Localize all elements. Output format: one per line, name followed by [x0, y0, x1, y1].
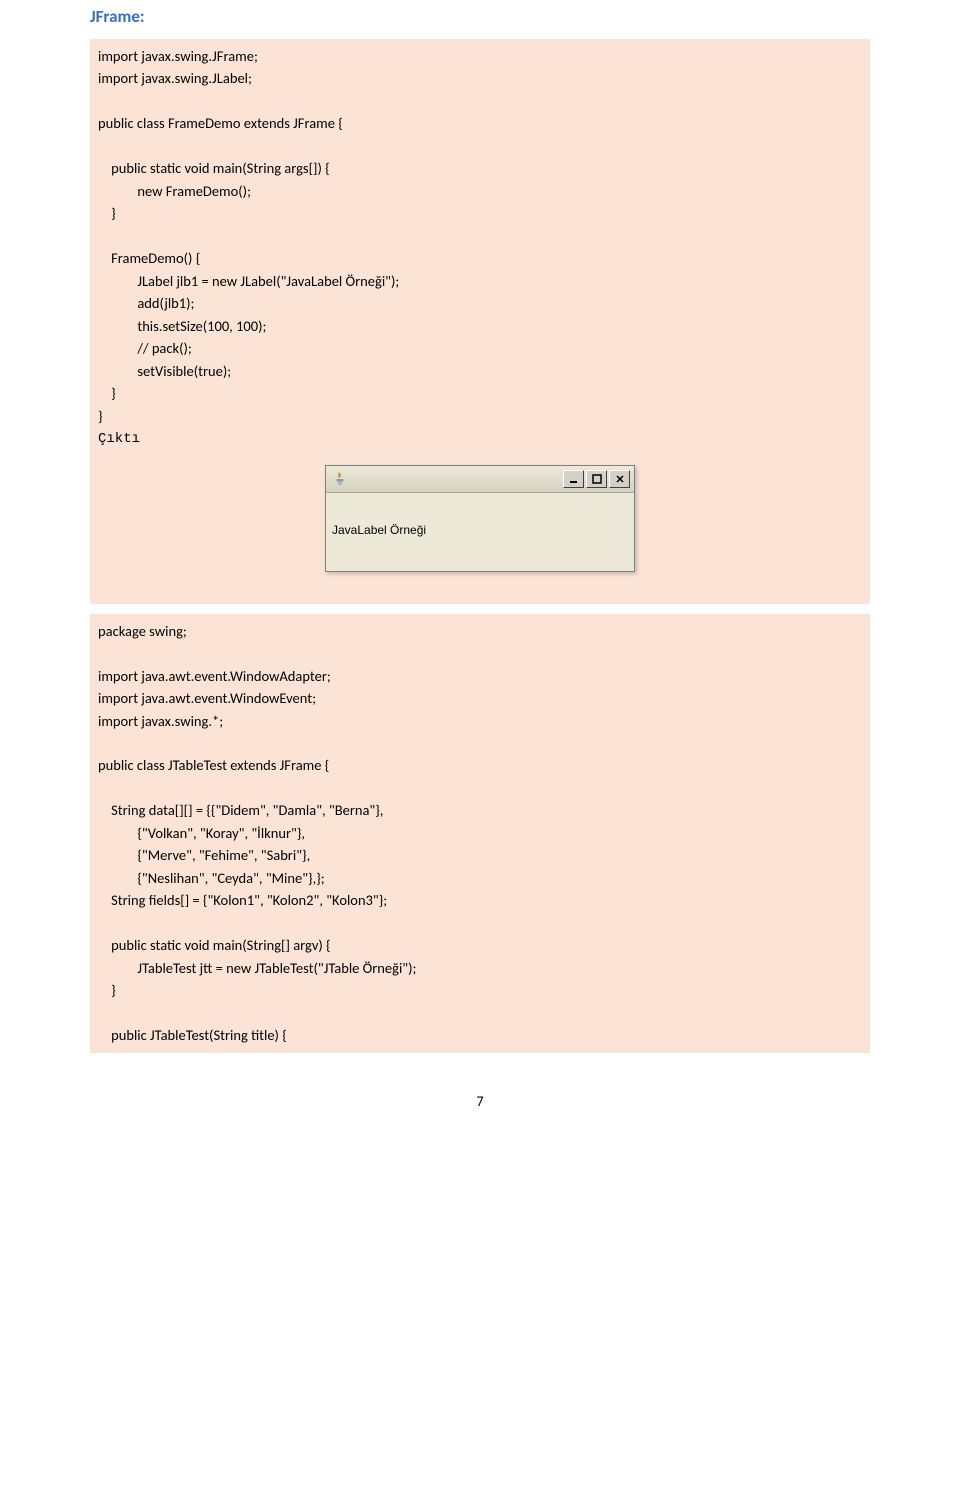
code-line: public class JTableTest extends JFrame { [98, 754, 862, 776]
code-line [98, 225, 862, 247]
code-line [98, 732, 862, 754]
code-line: // pack(); [98, 337, 862, 359]
minimize-button[interactable] [563, 470, 584, 488]
code-line: public class FrameDemo extends JFrame { [98, 112, 862, 134]
output-label: Çıktı [98, 427, 862, 451]
code-line: public static void main(String args[]) { [98, 157, 862, 179]
code-line: public static void main(String[] argv) { [98, 934, 862, 956]
code-line: package swing; [98, 620, 862, 642]
output-screenshot: JavaLabel Örneği [98, 451, 862, 598]
code-line: String fields[] = {"Kolon1", "Kolon2", "… [98, 889, 862, 911]
close-button[interactable] [609, 470, 630, 488]
code-line [98, 642, 862, 664]
code-block-2: package swing; import java.awt.event.Win… [90, 614, 870, 1053]
code-line: } [98, 382, 862, 404]
code-line: {"Neslihan", "Ceyda", "Mine"},}; [98, 867, 862, 889]
java-icon [332, 471, 348, 487]
code-line: import java.awt.event.WindowAdapter; [98, 665, 862, 687]
code-line [98, 1002, 862, 1024]
java-window: JavaLabel Örneği [325, 465, 635, 572]
code-line: } [98, 405, 862, 427]
code-line: setVisible(true); [98, 360, 862, 382]
code-lines: package swing; import java.awt.event.Win… [98, 620, 862, 1047]
code-line: JTableTest jtt = new JTableTest("JTable … [98, 957, 862, 979]
code-line: import java.awt.event.WindowEvent; [98, 687, 862, 709]
code-line: public JTableTest(String title) { [98, 1024, 862, 1046]
code-block-1: import javax.swing.JFrame;import javax.s… [90, 39, 870, 604]
code-line: } [98, 202, 862, 224]
window-body: JavaLabel Örneği [326, 493, 634, 571]
code-line [98, 135, 862, 157]
code-line: new FrameDemo(); [98, 180, 862, 202]
code-line [98, 90, 862, 112]
code-line: JLabel jlb1 = new JLabel("JavaLabel Örne… [98, 270, 862, 292]
code-line: {"Merve", "Fehime", "Sabri"}, [98, 844, 862, 866]
window-titlebar [326, 466, 634, 493]
section-heading: JFrame: [90, 0, 870, 27]
code-line: {"Volkan", "Koray", "İlknur"}, [98, 822, 862, 844]
code-line: FrameDemo() { [98, 247, 862, 269]
jlabel-text: JavaLabel Örneği [332, 523, 426, 537]
code-lines: import javax.swing.JFrame;import javax.s… [98, 45, 862, 427]
code-line: String data[][] = {{"Didem", "Damla", "B… [98, 799, 862, 821]
code-line: import javax.swing.*; [98, 710, 862, 732]
code-line [98, 777, 862, 799]
code-line: import javax.swing.JLabel; [98, 67, 862, 89]
page-number: 7 [90, 1063, 870, 1110]
code-line: this.setSize(100, 100); [98, 315, 862, 337]
code-line [98, 912, 862, 934]
code-line: add(jlb1); [98, 292, 862, 314]
code-line: } [98, 979, 862, 1001]
maximize-button[interactable] [586, 470, 607, 488]
code-line: import javax.swing.JFrame; [98, 45, 862, 67]
